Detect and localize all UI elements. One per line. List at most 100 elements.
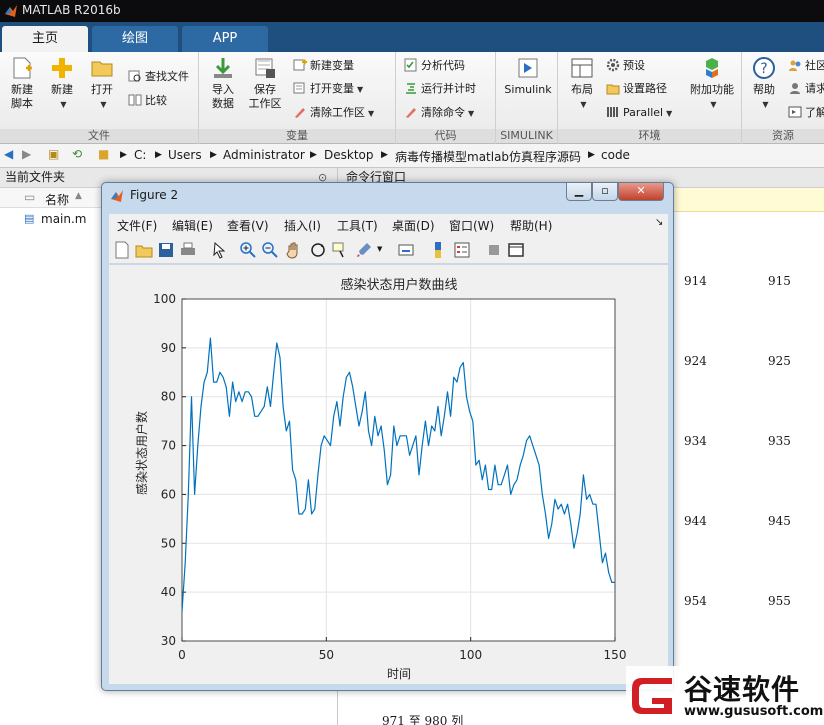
data-cursor-icon[interactable]: [331, 241, 349, 259]
output-value: 945: [768, 514, 791, 528]
clear-commands-button[interactable]: 清除命令 ▼: [404, 104, 474, 122]
preferences-button[interactable]: 预设: [606, 57, 645, 75]
menu-view[interactable]: 查看(V): [227, 217, 269, 234]
line-chart: 感染状态用户数曲线 0 50 100 15030405060708090100 时间 …: [134, 277, 626, 681]
figure-window[interactable]: Figure 2 ▁ ▫ ✕ 文件(F) 编辑(E) 查看(V) 插入(I) 工…: [101, 182, 674, 691]
simulink-button[interactable]: Simulink: [500, 56, 556, 97]
learn-link[interactable]: 了解: [788, 104, 824, 122]
legend-icon[interactable]: [453, 241, 471, 259]
group-file: 新建 脚本 新建 ▼ 打开 ▼ 查找文件 比较 文件: [0, 52, 199, 144]
group-environment-label: 环境: [558, 129, 741, 143]
output-value: 954: [684, 594, 707, 608]
compare-icon: [128, 94, 142, 106]
open-file-icon[interactable]: [135, 241, 153, 259]
tab-plots[interactable]: 绘图: [92, 26, 178, 52]
figure-logo-icon: [111, 190, 123, 202]
add-ons-icon: [706, 58, 718, 78]
figure-toolbar: ▼: [109, 236, 668, 264]
print-icon[interactable]: [179, 241, 197, 259]
run-and-time-button[interactable]: 运行并计时: [404, 80, 476, 98]
group-simulink-label: SIMULINK: [496, 129, 557, 143]
maximize-button[interactable]: ▫: [592, 183, 618, 201]
path-segment[interactable]: Users: [168, 148, 202, 162]
path-separator: ▶: [210, 150, 217, 160]
sort-asc-icon: ▲: [75, 191, 82, 201]
menu-edit[interactable]: 编辑(E): [172, 217, 213, 234]
clear-workspace-icon: [295, 108, 305, 118]
open-variable-icon: [293, 82, 305, 94]
back-arrow-icon[interactable]: ◀: [4, 147, 13, 161]
new-variable-icon: [293, 59, 307, 71]
brush-dropdown-icon[interactable]: ▼: [377, 245, 382, 253]
menu-insert[interactable]: 插入(I): [284, 217, 321, 234]
request-support-link[interactable]: 请求: [788, 80, 824, 98]
name-column-header[interactable]: 名称: [45, 191, 69, 208]
path-segment[interactable]: Administrator: [223, 148, 305, 162]
parallel-button[interactable]: Parallel ▼: [606, 104, 672, 122]
figure-menu-bar: 文件(F) 编辑(E) 查看(V) 插入(I) 工具(T) 桌面(D) 窗口(W…: [109, 214, 668, 236]
path-separator: ▶: [120, 150, 127, 160]
pointer-icon[interactable]: [211, 241, 229, 259]
tab-home[interactable]: 主页: [2, 26, 88, 52]
add-ons-button[interactable]: 附加功能 ▼: [686, 56, 738, 112]
layout-icon: [571, 58, 593, 78]
import-data-button[interactable]: 导入 数据: [201, 56, 245, 111]
open-button[interactable]: 打开 ▼: [80, 56, 124, 112]
matlab-logo-icon: [5, 5, 17, 17]
set-path-button[interactable]: 设置路径: [606, 80, 667, 98]
output-value: 934: [684, 434, 707, 448]
new-figure-icon[interactable]: [113, 241, 131, 259]
path-segment[interactable]: 病毒传播模型matlab仿真程序源码: [395, 148, 581, 165]
browse-folder-icon[interactable]: ⟲: [72, 147, 82, 161]
analyze-code-button[interactable]: 分析代码: [404, 57, 465, 75]
path-segment[interactable]: Desktop: [324, 148, 374, 162]
chevron-down-icon: ▼: [368, 109, 375, 118]
menu-window[interactable]: 窗口(W): [449, 217, 494, 234]
address-bar: ◀ ▶ ▣ ⟲ ■ ▶ C: ▶ Users ▶ Administrator ▶…: [0, 144, 824, 168]
menu-desktop[interactable]: 桌面(D): [392, 217, 435, 234]
forward-arrow-icon[interactable]: ▶: [22, 147, 31, 161]
up-folder-icon[interactable]: ▣: [48, 147, 59, 161]
colorbar-icon[interactable]: [429, 241, 447, 259]
output-value: 924: [684, 354, 707, 368]
x-axis-label: 时间: [387, 667, 411, 681]
path-segment[interactable]: code: [601, 148, 630, 162]
link-plot-icon[interactable]: [397, 241, 415, 259]
y-tick-label: 50: [161, 536, 176, 550]
file-name: main.m: [41, 212, 87, 226]
y-tick-label: 30: [161, 634, 176, 648]
watermark: 谷速软件 www.gususoft.com: [626, 666, 824, 725]
save-icon[interactable]: [157, 241, 175, 259]
y-tick-label: 60: [161, 487, 176, 501]
pan-hand-icon[interactable]: [285, 241, 303, 259]
y-tick-label: 90: [161, 341, 176, 355]
help-button[interactable]: ? 帮助 ▼: [742, 56, 786, 112]
compare-button[interactable]: 比较: [128, 92, 167, 110]
path-segment[interactable]: C:: [134, 148, 146, 162]
hide-plot-tools-icon[interactable]: [485, 241, 503, 259]
chevron-down-icon: ▼: [60, 100, 67, 109]
clear-workspace-button[interactable]: 清除工作区 ▼: [293, 104, 374, 122]
menu-file[interactable]: 文件(F): [117, 217, 157, 234]
new-script-button[interactable]: 新建 脚本: [0, 56, 44, 111]
brush-icon[interactable]: [355, 241, 373, 259]
dock-arrow-icon[interactable]: ↘: [655, 217, 663, 228]
open-variable-button[interactable]: 打开变量 ▼: [293, 80, 363, 98]
gear-icon: [606, 58, 620, 72]
community-link[interactable]: 社区: [788, 57, 824, 75]
new-variable-button[interactable]: 新建变量: [293, 57, 354, 75]
new-button[interactable]: 新建 ▼: [40, 56, 84, 112]
rotate-3d-icon[interactable]: [309, 241, 327, 259]
layout-button[interactable]: 布局 ▼: [560, 56, 604, 112]
tab-apps[interactable]: APP: [182, 26, 268, 52]
minimize-button[interactable]: ▁: [566, 183, 592, 201]
save-workspace-button[interactable]: 保存 工作区: [243, 56, 287, 111]
close-button[interactable]: ✕: [618, 183, 664, 201]
zoom-in-icon[interactable]: [239, 241, 257, 259]
show-plot-tools-icon[interactable]: [507, 241, 525, 259]
clear-commands-icon: [406, 108, 416, 118]
menu-help[interactable]: 帮助(H): [510, 217, 552, 234]
menu-tools[interactable]: 工具(T): [337, 217, 378, 234]
find-files-button[interactable]: 查找文件: [128, 68, 189, 86]
zoom-out-icon[interactable]: [261, 241, 279, 259]
